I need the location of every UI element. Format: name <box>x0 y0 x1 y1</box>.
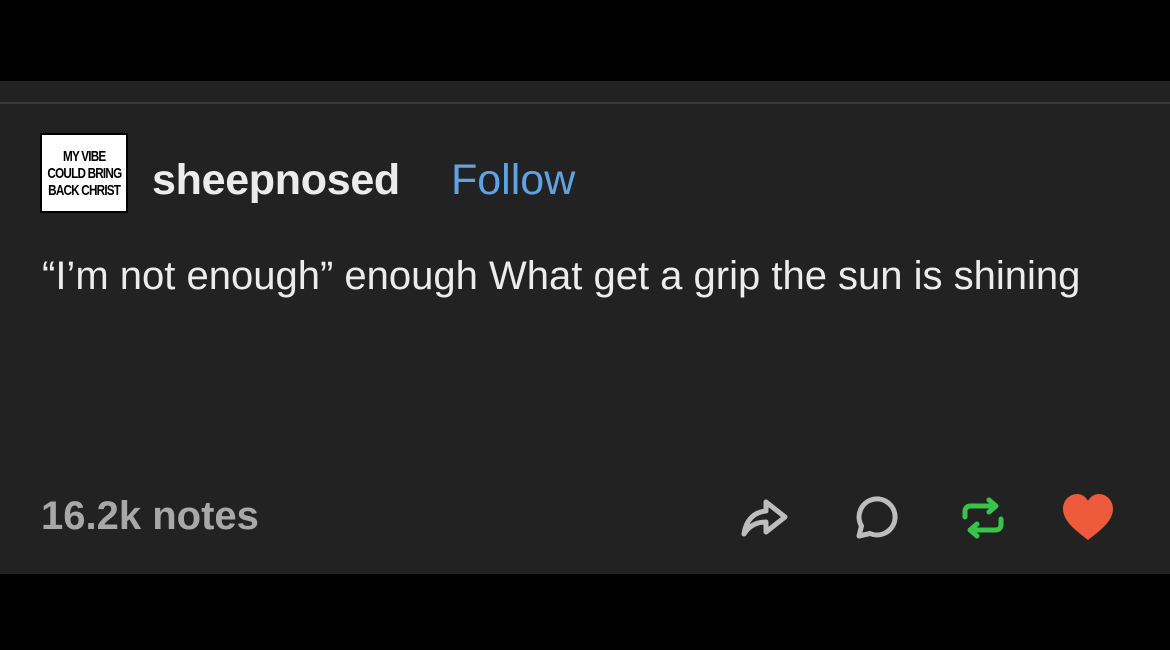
follow-button[interactable]: Follow <box>451 155 575 205</box>
username-link[interactable]: sheepnosed <box>152 155 400 205</box>
share-arrow-icon <box>741 499 788 537</box>
avatar-text-line-1: MY VIBE <box>62 147 106 165</box>
avatar-text-line-3: BACK CHRIST <box>47 181 121 199</box>
avatar[interactable]: MY VIBE COULD BRING BACK CHRIST <box>40 133 128 213</box>
avatar-text-line-2: COULD BRING <box>47 164 122 182</box>
reblog-icon <box>962 497 1004 539</box>
top-divider <box>0 102 1170 104</box>
like-button[interactable] <box>1060 490 1116 546</box>
reply-button[interactable] <box>846 490 902 546</box>
heart-icon <box>1063 494 1113 540</box>
notes-count[interactable]: 16.2k notes <box>41 491 259 541</box>
tumblr-post: MY VIBE COULD BRING BACK CHRIST sheepnos… <box>0 81 1170 574</box>
reblog-button[interactable] <box>955 490 1011 546</box>
post-body-text: “I’m not enough” enough What get a grip … <box>42 254 1081 298</box>
speech-bubble-icon <box>856 496 898 539</box>
share-button[interactable] <box>736 490 792 546</box>
